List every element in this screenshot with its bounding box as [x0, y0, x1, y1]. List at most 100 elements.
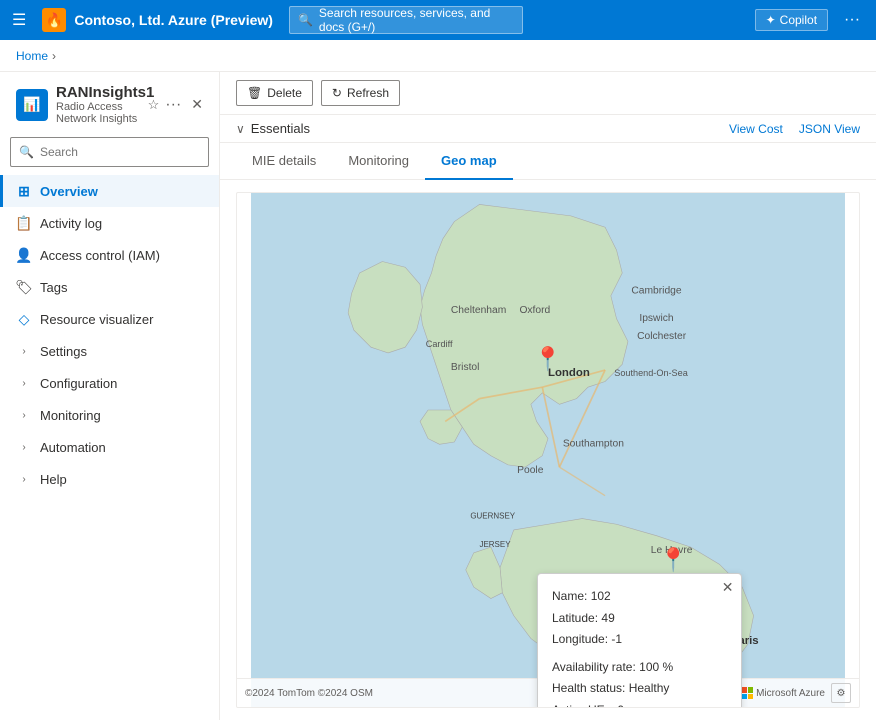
map-copyright-text: ©2024 TomTom ©2024 OSM: [245, 688, 373, 699]
map-settings-icon[interactable]: ⚙: [831, 683, 851, 703]
popup-name: Name: 102: [552, 586, 727, 608]
resource-type: Radio Access Network Insights: [56, 101, 140, 125]
access-control-icon: 👤: [16, 247, 32, 263]
favorite-star-icon[interactable]: ☆: [148, 97, 160, 113]
map-ms-branding: Microsoft Azure: [741, 687, 825, 699]
hamburger-menu-icon[interactable]: ☰: [8, 6, 30, 34]
svg-text:Ipswich: Ipswich: [639, 313, 674, 324]
breadcrumb-separator: ›: [52, 49, 56, 63]
resource-icon: 📊: [16, 89, 48, 121]
sidebar-search-input[interactable]: [40, 145, 200, 159]
settings-chevron-icon: ›: [16, 343, 32, 359]
tab-monitoring-label: Monitoring: [348, 153, 409, 168]
monitoring-chevron-icon: ›: [16, 407, 32, 423]
tenant-title: Contoso, Ltd. Azure (Preview): [74, 12, 273, 28]
popup-close-button[interactable]: ✕: [722, 580, 734, 594]
sidebar-item-configuration-label: Configuration: [40, 376, 117, 391]
resource-toolbar: 🗑 Delete ↻ Refresh: [220, 72, 876, 115]
search-icon: 🔍: [298, 13, 313, 27]
azure-brand-icon: 🔥: [42, 8, 66, 32]
sidebar-item-automation[interactable]: › Automation: [0, 431, 219, 463]
svg-text:Oxford: Oxford: [519, 305, 550, 316]
sidebar-item-resource-visualizer[interactable]: ◇ Resource visualizer: [0, 303, 219, 335]
svg-text:Southend-On-Sea: Southend-On-Sea: [614, 368, 688, 378]
tab-monitoring[interactable]: Monitoring: [332, 143, 425, 180]
topbar-more-button[interactable]: ···: [836, 7, 868, 33]
popup-longitude: Longitude: -1: [552, 629, 727, 651]
tab-geo-map-label: Geo map: [441, 153, 497, 168]
svg-text:Cambridge: Cambridge: [631, 286, 682, 297]
tab-mie-details[interactable]: MIE details: [236, 143, 332, 180]
svg-text:JERSEY: JERSEY: [479, 540, 511, 549]
svg-text:Poole: Poole: [517, 465, 544, 476]
sidebar-item-automation-label: Automation: [40, 440, 106, 455]
essentials-label: Essentials: [251, 121, 729, 136]
map-container: Oxford London Bristol Cardiff Cheltenham…: [220, 180, 876, 720]
top-navigation-bar: ☰ 🔥 Contoso, Ltd. Azure (Preview) 🔍 Sear…: [0, 0, 876, 40]
sidebar-more-button[interactable]: ···: [165, 96, 181, 114]
refresh-label: Refresh: [347, 86, 389, 100]
svg-text:Colchester: Colchester: [637, 331, 687, 342]
global-search-placeholder: Search resources, services, and docs (G+…: [319, 6, 514, 34]
sidebar-item-help-label: Help: [40, 472, 67, 487]
tab-mie-details-label: MIE details: [252, 153, 316, 168]
overview-icon: ⊞: [16, 183, 32, 199]
delete-label: Delete: [267, 86, 302, 100]
microsoft-logo: [741, 687, 753, 699]
essentials-actions: View Cost JSON View: [729, 122, 860, 136]
sidebar-item-configuration[interactable]: › Configuration: [0, 367, 219, 399]
sidebar-item-access-control-label: Access control (IAM): [40, 248, 160, 263]
breadcrumb-home-link[interactable]: Home: [16, 49, 48, 63]
help-chevron-icon: ›: [16, 471, 32, 487]
refresh-button[interactable]: ↻ Refresh: [321, 80, 400, 106]
main-layout: 📊 RANInsights1 Radio Access Network Insi…: [0, 72, 876, 720]
activity-log-icon: 📋: [16, 215, 32, 231]
sidebar: 📊 RANInsights1 Radio Access Network Insi…: [0, 72, 220, 720]
sidebar-header: 📊 RANInsights1 Radio Access Network Insi…: [0, 72, 219, 133]
sidebar-item-settings-label: Settings: [40, 344, 87, 359]
content-tabs: MIE details Monitoring Geo map: [220, 143, 876, 180]
sidebar-item-settings[interactable]: › Settings: [0, 335, 219, 367]
close-sidebar-button[interactable]: ✕: [191, 96, 203, 113]
tab-geo-map[interactable]: Geo map: [425, 143, 513, 180]
copilot-icon: ✦: [766, 13, 776, 27]
sidebar-item-access-control[interactable]: 👤 Access control (IAM): [0, 239, 219, 271]
svg-text:Cheltenham: Cheltenham: [451, 305, 506, 316]
essentials-bar: ∨ Essentials View Cost JSON View: [220, 115, 876, 143]
svg-text:GUERNSEY: GUERNSEY: [470, 512, 515, 521]
delete-icon: 🗑: [247, 86, 262, 100]
resource-visualizer-icon: ◇: [16, 311, 32, 327]
map-frame[interactable]: Oxford London Bristol Cardiff Cheltenham…: [236, 192, 860, 708]
svg-text:Southampton: Southampton: [563, 439, 624, 450]
sidebar-item-activity-log-label: Activity log: [40, 216, 102, 231]
copilot-label: Copilot: [780, 13, 817, 27]
sidebar-item-overview-label: Overview: [40, 184, 98, 199]
main-content: 🗑 Delete ↻ Refresh ∨ Essentials View Cos…: [220, 72, 876, 720]
sidebar-search-icon: 🔍: [19, 145, 34, 159]
popup-active-ues: Active UEs: 0: [552, 700, 727, 708]
breadcrumb: Home ›: [0, 40, 876, 72]
sidebar-item-monitoring[interactable]: › Monitoring: [0, 399, 219, 431]
green-pin-marker-1: 📍: [659, 547, 687, 573]
global-search-bar[interactable]: 🔍 Search resources, services, and docs (…: [289, 6, 523, 34]
svg-text:Cardiff: Cardiff: [426, 339, 453, 349]
sidebar-item-tags[interactable]: 🏷 Tags: [0, 271, 219, 303]
sidebar-item-resource-visualizer-label: Resource visualizer: [40, 312, 153, 327]
sidebar-search-box[interactable]: 🔍: [10, 137, 209, 167]
svg-text:Bristol: Bristol: [451, 362, 480, 373]
resource-name: RANInsights1: [56, 84, 140, 101]
delete-button[interactable]: 🗑 Delete: [236, 80, 313, 106]
view-cost-link[interactable]: View Cost: [729, 122, 783, 136]
sidebar-item-overview[interactable]: ⊞ Overview: [0, 175, 219, 207]
ms-azure-label: Microsoft Azure: [756, 688, 825, 699]
sidebar-item-activity-log[interactable]: 📋 Activity log: [0, 207, 219, 239]
sidebar-item-monitoring-label: Monitoring: [40, 408, 101, 423]
sidebar-item-tags-label: Tags: [40, 280, 67, 295]
tags-icon: 🏷: [16, 279, 32, 295]
essentials-chevron-icon[interactable]: ∨: [236, 122, 245, 136]
sidebar-item-help[interactable]: › Help: [0, 463, 219, 495]
copilot-button[interactable]: ✦ Copilot: [755, 9, 828, 31]
popup-latitude: Latitude: 49: [552, 608, 727, 630]
map-info-popup: ✕ Name: 102 Latitude: 49 Longitude: -1 A…: [537, 573, 742, 708]
json-view-link[interactable]: JSON View: [799, 122, 860, 136]
